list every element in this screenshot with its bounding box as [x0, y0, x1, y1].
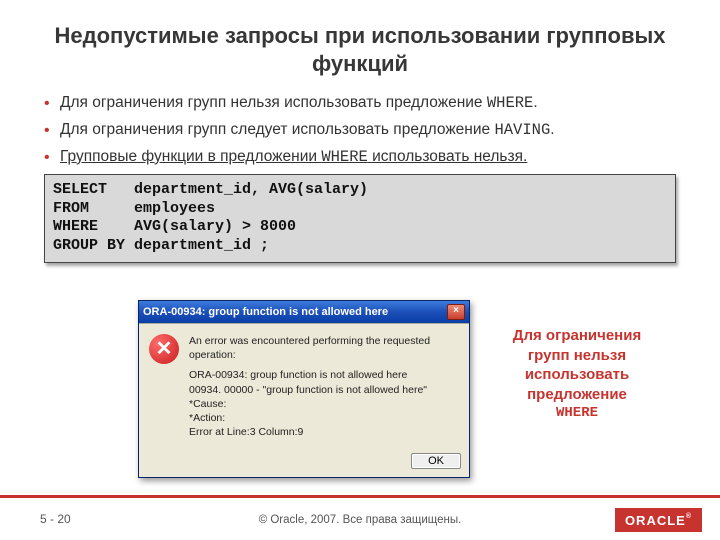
dialog-line1: ORA-00934: group function is not allowed… — [189, 368, 459, 382]
callout-note: Для ограничения групп нельзя использоват… — [492, 326, 662, 422]
bullet-3-underline: Групповые функции в предложении WHERE ис… — [60, 148, 527, 165]
dialog-line3: *Cause: — [189, 397, 459, 411]
oracle-logo-text: ORACLE — [625, 513, 686, 528]
oracle-logo: ORACLE® — [615, 508, 702, 532]
slide-title: Недопустимые запросы при использовании г… — [0, 0, 720, 87]
bullet-2-code: HAVING — [494, 121, 550, 139]
dialog-titlebar[interactable]: ORA-00934: group function is not allowed… — [139, 301, 469, 323]
callout-l2: групп нельзя — [492, 346, 662, 366]
dialog-title-text: ORA-00934: group function is not allowed… — [143, 306, 388, 318]
bullet-3: Групповые функции в предложении WHERE ис… — [44, 147, 676, 168]
bullet-1-code: WHERE — [487, 94, 534, 112]
bullet-2: Для ограничения групп следует использова… — [44, 120, 676, 141]
bullet-1-text-a: Для ограничения групп нельзя использоват… — [60, 94, 487, 111]
close-icon[interactable]: × — [447, 304, 465, 320]
dialog-intro: An error was encountered performing the … — [189, 334, 459, 362]
callout-l4: предложение — [492, 385, 662, 405]
bullet-3-code: WHERE — [321, 148, 368, 166]
bullet-2-text-a: Для ограничения групп следует использова… — [60, 121, 494, 138]
error-dialog: ORA-00934: group function is not allowed… — [138, 300, 470, 478]
footer: 5 - 20 © Oracle, 2007. Все права защищен… — [0, 498, 720, 540]
bullet-list: Для ограничения групп нельзя использоват… — [44, 93, 676, 168]
bullet-1-text-b: . — [533, 94, 537, 111]
error-icon: ✕ — [149, 334, 179, 364]
bullet-1: Для ограничения групп нельзя использоват… — [44, 93, 676, 114]
sql-code-block: SELECT department_id, AVG(salary) FROM e… — [44, 174, 676, 263]
copyright-text: © Oracle, 2007. Все права защищены. — [0, 514, 720, 526]
callout-l1: Для ограничения — [492, 326, 662, 346]
slide-body: Для ограничения групп нельзя использоват… — [0, 87, 720, 263]
dialog-line5: Error at Line:3 Column:9 — [189, 425, 459, 439]
dialog-message: An error was encountered performing the … — [189, 334, 459, 439]
dialog-line2: 00934. 00000 - "group function is not al… — [189, 383, 459, 397]
dialog-line4: *Action: — [189, 411, 459, 425]
ok-button[interactable]: OK — [411, 453, 461, 469]
callout-l3: использовать — [492, 365, 662, 385]
callout-l5: WHERE — [492, 404, 662, 422]
bullet-2-text-b: . — [550, 121, 554, 138]
bullet-3-text-a: Групповые функции в предложении — [60, 148, 321, 165]
bullet-3-text-b: использовать нельзя. — [368, 148, 527, 165]
